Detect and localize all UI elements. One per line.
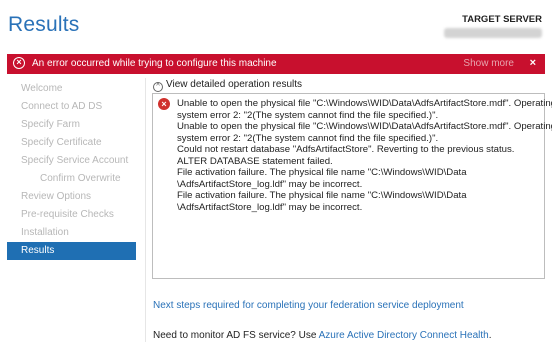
monitor-text: Need to monitor AD FS service? Use Azure… [153, 330, 491, 341]
chevron-up-icon[interactable]: ^ [153, 82, 163, 92]
error-message: An error occurred while trying to config… [32, 58, 277, 69]
nav-item-specify-service-account: Specify Service Account [21, 155, 129, 166]
target-server-label: TARGET SERVER [462, 14, 542, 25]
error-icon: × [158, 98, 170, 110]
nav-item-review-options: Review Options [21, 191, 92, 202]
nav-item-specify-certificate: Specify Certificate [21, 137, 102, 148]
show-more-link[interactable]: Show more [463, 58, 514, 69]
nav-item-connect-ad-ds: Connect to AD DS [21, 101, 103, 112]
error-line: \AdfsArtifactStore_log.ldf" may be incor… [177, 178, 363, 190]
error-circle-icon: × [13, 57, 25, 69]
error-line: system error 2: "2(The system cannot fin… [177, 132, 439, 144]
error-line: system error 2: "2(The system cannot fin… [177, 109, 439, 121]
error-line: File activation failure. The physical fi… [177, 167, 467, 178]
detail-toggle-label[interactable]: View detailed operation results [166, 79, 302, 90]
close-icon[interactable]: × [530, 57, 536, 69]
view-detailed-results-toggle[interactable]: ^ View detailed operation results [153, 79, 302, 92]
monitor-suffix: . [488, 330, 492, 341]
nav-item-confirm-overwrite: Confirm Overwrite [40, 173, 121, 184]
error-line: Could not restart database "AdfsArtifact… [177, 144, 515, 155]
nav-item-welcome: Welcome [21, 83, 63, 94]
nav-item-installation: Installation [21, 227, 69, 238]
next-steps-link[interactable]: Next steps required for completing your … [153, 300, 464, 311]
error-line: \AdfsArtifactStore_log.ldf" may be incor… [177, 201, 363, 213]
error-line: Unable to open the physical file "C:\Win… [177, 98, 552, 109]
nav-item-results[interactable]: Results [7, 242, 136, 260]
nav-item-prerequisite-checks: Pre-requisite Checks [21, 209, 114, 220]
nav-divider [145, 78, 146, 342]
connect-health-link[interactable]: Azure Active Directory Connect Health [319, 330, 489, 341]
wizard-navigation: Welcome Connect to AD DS Specify Farm Sp… [7, 80, 136, 260]
nav-item-specify-farm: Specify Farm [21, 119, 80, 130]
operation-results-box: × Unable to open the physical file "C:\W… [152, 93, 552, 279]
page-title: Results [8, 13, 80, 36]
error-line: ALTER DATABASE statement failed. [177, 155, 333, 167]
monitor-prefix: Need to monitor AD FS service? Use [153, 330, 319, 341]
target-server-value [444, 28, 542, 38]
error-line: Unable to open the physical file "C:\Win… [177, 121, 552, 132]
error-notification-bar: × An error occurred while trying to conf… [7, 54, 545, 74]
error-details: Unable to open the physical file "C:\Win… [177, 98, 552, 213]
error-line: File activation failure. The physical fi… [177, 190, 467, 201]
